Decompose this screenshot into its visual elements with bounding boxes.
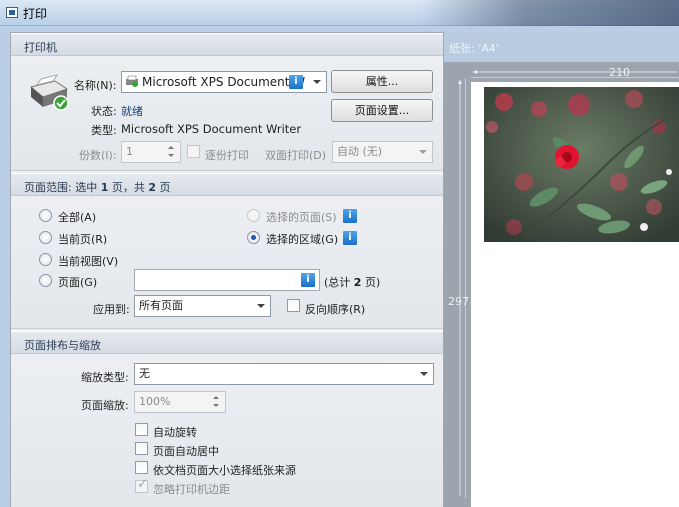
apply-to-label: 应用到: (93, 303, 130, 316)
radio-current-page[interactable] (39, 231, 52, 244)
preview-image (484, 87, 679, 242)
ruler-left (454, 78, 466, 498)
page-setup-button[interactable]: 页面设置... (331, 99, 433, 122)
scale-type-value: 无 (139, 367, 150, 380)
settings-pane: 打印机 名称(N): Microsoft XPS Document W i 属性… (10, 32, 444, 507)
paper-source-checkbox[interactable] (135, 461, 148, 474)
ruler-top (471, 66, 679, 78)
range-title-suffix: 页 (156, 181, 171, 194)
collate-checkbox[interactable] (187, 145, 200, 158)
duplex-select[interactable]: 自动 (无) (332, 141, 433, 163)
apply-to-value: 所有页面 (139, 299, 183, 312)
paper-width-label: 210 (609, 66, 630, 79)
preview-pane: 纸张: 'A4' 210 297 (444, 32, 679, 507)
pages-input[interactable]: i (134, 269, 320, 291)
radio-pages[interactable] (39, 274, 52, 287)
info-icon[interactable]: i (343, 231, 357, 245)
total-pages-label: (总计 2 页) (324, 274, 380, 290)
auto-rotate-label: 自动旋转 (153, 426, 197, 439)
status-label: 状态: (91, 105, 117, 118)
chevron-down-icon (257, 304, 265, 308)
reverse-order-label: 反向顺序(R) (305, 303, 366, 316)
page-scale-value: 100% (139, 395, 171, 408)
printer-icon (25, 73, 71, 113)
layout-section: 页面排布与缩放 缩放类型: 无 页面缩放: 100% 自动旋转 页面自动居中 依… (11, 331, 443, 507)
auto-center-checkbox[interactable] (135, 442, 148, 455)
window-icon (6, 7, 18, 18)
duplex-label: 双面打印(D) (265, 149, 327, 162)
spinner-icon[interactable] (211, 392, 222, 412)
printer-small-icon (125, 75, 139, 88)
ignore-margins-checkbox[interactable] (135, 477, 148, 493)
collate-label: 逐份打印 (205, 149, 249, 162)
ignore-margins-label: 忽略打印机边距 (153, 483, 230, 496)
copies-input[interactable]: 1 (121, 141, 181, 163)
chevron-down-icon (419, 150, 427, 154)
spinner-icon[interactable] (166, 142, 177, 162)
paper-height-label: 297 (448, 295, 469, 308)
scale-type-label: 缩放类型: (81, 371, 129, 384)
type-label: 类型: (91, 124, 117, 137)
copies-value: 1 (126, 145, 133, 158)
printer-name-label: 名称(N): (74, 79, 117, 92)
printer-section: 打印机 名称(N): Microsoft XPS Document W i 属性… (11, 33, 443, 171)
layout-section-title: 页面排布与缩放 (11, 331, 443, 354)
paper-size-label: 纸张: 'A4' (449, 42, 499, 55)
radio-selected-area[interactable] (247, 231, 260, 244)
radio-selected-pages-label: 选择的页面(S) (266, 211, 337, 224)
type-value: Microsoft XPS Document Writer (121, 122, 302, 136)
radio-current-view-label: 当前视图(V) (58, 255, 119, 268)
radio-current-page-label: 当前页(R) (58, 233, 108, 246)
duplex-value: 自动 (无) (337, 145, 383, 158)
info-icon[interactable]: i (289, 75, 303, 89)
info-icon[interactable]: i (343, 209, 357, 223)
range-title-mid: 页，共 (108, 181, 149, 194)
reverse-order-checkbox[interactable] (287, 299, 300, 312)
auto-rotate-checkbox[interactable] (135, 423, 148, 436)
apply-to-select[interactable]: 所有页面 (134, 295, 271, 317)
radio-selected-pages[interactable] (247, 209, 260, 222)
page-range-title: 页面范围: 选中 1 页，共 2 页 (11, 173, 443, 196)
status-value: 就绪 (121, 105, 143, 118)
scale-type-select[interactable]: 无 (134, 363, 434, 385)
info-icon[interactable]: i (301, 273, 315, 287)
range-total-count: 2 (148, 181, 157, 194)
printer-section-title: 打印机 (11, 33, 443, 56)
copies-label: 份数(I): (79, 149, 117, 162)
window-title: 打印 (23, 7, 48, 21)
page-scale-label: 页面缩放: (81, 399, 129, 412)
printer-name-select[interactable]: Microsoft XPS Document W i (121, 71, 327, 93)
page-scale-input[interactable]: 100% (134, 391, 226, 413)
properties-button[interactable]: 属性... (331, 70, 433, 93)
paper-source-label: 依文档页面大小选择纸张来源 (153, 464, 296, 477)
page-range-section: 页面范围: 选中 1 页，共 2 页 全部(A) 当前页(R) 当前视图(V) … (11, 173, 443, 329)
auto-center-label: 页面自动居中 (153, 445, 219, 458)
title-bar-glow (420, 0, 679, 26)
radio-pages-label: 页面(G) (58, 276, 98, 289)
printer-name-value: Microsoft XPS Document W (142, 75, 306, 89)
total-suffix: 页) (361, 276, 381, 289)
radio-all[interactable] (39, 209, 52, 222)
radio-selected-area-label: 选择的区域(G) (266, 233, 339, 246)
radio-current-view[interactable] (39, 253, 52, 266)
range-title-prefix: 页面范围: 选中 (24, 181, 101, 194)
title-bar: 打印 (0, 0, 679, 26)
radio-all-label: 全部(A) (58, 211, 97, 224)
chevron-down-icon (420, 372, 428, 376)
chevron-down-icon (313, 80, 321, 84)
total-prefix: (总计 (324, 276, 354, 289)
